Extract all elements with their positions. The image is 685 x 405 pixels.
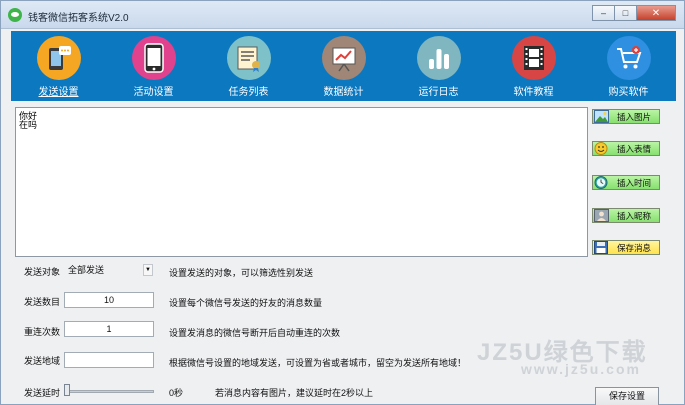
title-bar[interactable]: 钱客微信拓客系统V2.0 – □ ✕ [1, 1, 684, 29]
cart-icon [606, 36, 651, 80]
message-textarea[interactable]: 你好 在吗 [15, 107, 588, 257]
window-controls: – □ ✕ [592, 5, 676, 21]
tool-label: 任务列表 [228, 87, 269, 98]
save-message-button[interactable]: 保存消息 [592, 240, 660, 255]
tool-label: 软件教程 [513, 87, 554, 98]
tool-buy-software[interactable]: 购买软件 [581, 31, 676, 101]
floppy-disk-icon [594, 241, 608, 254]
wechat-logo-icon [8, 8, 22, 22]
insert-emoji-button[interactable]: 插入表情 [592, 141, 660, 156]
tool-label: 购买软件 [608, 87, 649, 98]
smiley-icon [594, 142, 608, 155]
reconnect-count-input[interactable]: 1 [64, 321, 154, 337]
send-target-label: 发送对象 [24, 267, 61, 277]
send-region-input[interactable] [64, 352, 154, 368]
send-count-desc: 设置每个微信号发送的好友的消息数量 [169, 298, 323, 308]
send-count-label: 发送数目 [24, 297, 61, 307]
chart-board-icon [321, 36, 366, 80]
watermark-url: www.jz5u.com [521, 361, 641, 377]
tool-data-stats[interactable]: 数据统计 [296, 31, 391, 101]
tool-software-tutorial[interactable]: 软件教程 [486, 31, 581, 101]
main-toolbar: 发送设置 活动设置 任务列表 数据统计 运行日志 软件教程 购买软件 [11, 31, 676, 101]
tool-run-log[interactable]: 运行日志 [391, 31, 486, 101]
reconnect-count-desc: 设置发消息的微信号断开后自动重连的次数 [169, 328, 341, 338]
tool-label: 数据统计 [323, 87, 364, 98]
send-region-desc: 根据微信号设置的地域发送，可设置为省或者城市，留空为发送所有地域！ [169, 358, 467, 368]
tool-activity-settings[interactable]: 活动设置 [106, 31, 201, 101]
dropdown-arrow-icon[interactable]: ▼ [143, 264, 153, 276]
bar-chart-icon [416, 36, 461, 80]
save-message-label: 保存消息 [616, 242, 651, 253]
tool-label: 发送设置 [38, 87, 79, 98]
window-title: 钱客微信拓客系统V2.0 [28, 13, 129, 24]
send-delay-slider-track[interactable] [64, 390, 154, 393]
send-target-desc: 设置发送的对象，可以筛选性别发送 [169, 268, 314, 278]
insert-nickname-label: 插入昵称 [616, 210, 651, 221]
insert-nickname-button[interactable]: 插入昵称 [592, 208, 660, 223]
insert-time-label: 插入时间 [616, 177, 651, 188]
app-window: 钱客微信拓客系统V2.0 – □ ✕ 发送设置 活动设置 任务列表 数据统计 运… [0, 0, 685, 405]
smartphone-icon [131, 36, 176, 80]
user-card-icon [594, 209, 609, 222]
send-delay-label: 发送延时 [24, 388, 61, 398]
send-delay-value: 0秒 [169, 388, 184, 398]
close-button[interactable]: ✕ [636, 5, 676, 21]
tool-label: 活动设置 [133, 87, 174, 98]
send-target-value: 全部发送 [68, 265, 105, 275]
tool-label: 运行日志 [418, 87, 459, 98]
reconnect-count-label: 重连次数 [24, 327, 61, 337]
clock-icon [594, 176, 608, 189]
maximize-button[interactable]: □ [614, 5, 636, 21]
insert-image-label: 插入图片 [616, 111, 651, 122]
send-delay-slider-thumb[interactable] [64, 384, 70, 396]
certificate-list-icon [226, 36, 271, 80]
send-delay-desc: 若消息内容有图片，建议延时在2秒以上 [215, 388, 374, 398]
insert-image-button[interactable]: 插入图片 [592, 109, 660, 124]
phone-chat-icon [36, 36, 81, 80]
film-icon [511, 36, 556, 80]
minimize-button[interactable]: – [592, 5, 614, 21]
picture-icon [594, 110, 609, 123]
send-count-input[interactable]: 10 [64, 292, 154, 308]
save-settings-button[interactable]: 保存设置 [595, 387, 659, 405]
tool-task-list[interactable]: 任务列表 [201, 31, 296, 101]
message-line: 在吗 [19, 120, 38, 130]
tool-send-settings[interactable]: 发送设置 [11, 31, 106, 101]
insert-emoji-label: 插入表情 [616, 143, 651, 154]
send-region-label: 发送地域 [24, 356, 61, 366]
send-target-select[interactable]: 全部发送 ▼ [64, 263, 154, 277]
insert-time-button[interactable]: 插入时间 [592, 175, 660, 190]
